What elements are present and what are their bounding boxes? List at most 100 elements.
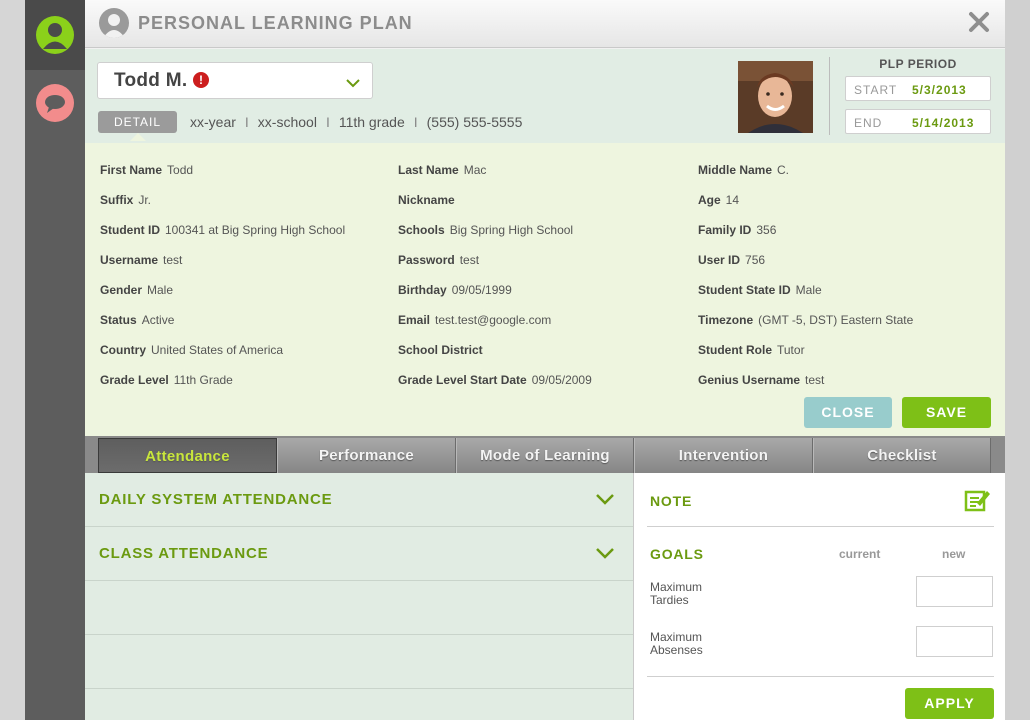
detail-field: Age 14 xyxy=(698,193,739,207)
sidebar-item-messages[interactable] xyxy=(25,70,85,135)
field-label: Email xyxy=(398,313,431,327)
field-value: 09/05/1999 xyxy=(451,283,512,297)
field-value: test xyxy=(459,253,480,267)
max-tardies-input[interactable] xyxy=(916,576,993,607)
field-label: Last Name xyxy=(398,163,459,177)
goals-panel: NOTE GOALS current new Maximum Tardies M… xyxy=(633,473,1005,720)
modal-title: PERSONAL LEARNING PLAN xyxy=(138,13,413,33)
detail-field: Nickname xyxy=(398,193,460,207)
divider xyxy=(647,676,994,677)
field-value: Male xyxy=(147,283,174,297)
field-value: Todd xyxy=(167,163,194,177)
section-label: DAILY SYSTEM ATTENDANCE xyxy=(99,491,333,508)
detail-field: Country United States of America xyxy=(100,343,283,357)
tab-mode-of-learning[interactable]: Mode of Learning xyxy=(456,438,634,473)
detail-field: Grade Level 11th Grade xyxy=(100,373,233,387)
separator: I xyxy=(413,114,418,130)
daily-system-attendance-row[interactable]: DAILY SYSTEM ATTENDANCE xyxy=(85,473,633,527)
tab-checklist[interactable]: Checklist xyxy=(813,438,991,473)
field-label: Student ID xyxy=(100,223,160,237)
plp-start-label: START xyxy=(854,83,898,97)
field-label: Schools xyxy=(398,223,445,237)
apply-button[interactable]: APPLY xyxy=(905,688,994,719)
plp-period-label: PLP PERIOD xyxy=(879,57,957,71)
plp-end-value: 5/14/2013 xyxy=(912,116,975,130)
background-left xyxy=(0,0,25,720)
field-value: test xyxy=(805,373,825,387)
field-value: 14 xyxy=(725,193,740,207)
save-button[interactable]: SAVE xyxy=(902,397,991,428)
student-phone: (555) 555-5555 xyxy=(426,114,523,130)
column-new: new xyxy=(942,547,966,561)
detail-field: Birthday 09/05/1999 xyxy=(398,283,512,297)
detail-field: Gender Male xyxy=(100,283,173,297)
field-label: Timezone xyxy=(698,313,754,327)
plp-end-field[interactable]: END 5/14/2013 xyxy=(845,109,991,134)
app-sidebar xyxy=(25,0,85,720)
chevron-down-icon xyxy=(346,75,360,93)
field-value: test.test@google.com xyxy=(435,313,552,327)
field-label: Age xyxy=(698,193,721,207)
field-label: Student Role xyxy=(698,343,772,357)
field-value: test xyxy=(163,253,183,267)
field-value: 100341 at Big Spring High School xyxy=(165,223,346,237)
field-value: Active xyxy=(141,313,175,327)
field-value: Big Spring High School xyxy=(449,223,574,237)
field-label: Country xyxy=(100,343,146,357)
detail-field: Student Role Tutor xyxy=(698,343,805,357)
tab-intervention[interactable]: Intervention xyxy=(634,438,813,473)
tab-performance[interactable]: Performance xyxy=(277,438,456,473)
edit-note-icon[interactable] xyxy=(964,487,990,518)
detail-field: Username test xyxy=(100,253,182,267)
field-value: United States of America xyxy=(151,343,284,357)
close-icon[interactable] xyxy=(967,10,991,34)
attendance-panel: DAILY SYSTEM ATTENDANCE CLASS ATTENDANCE xyxy=(85,473,633,720)
detail-field: User ID 756 xyxy=(698,253,765,267)
detail-field: Timezone (GMT -5, DST) Eastern State xyxy=(698,313,913,327)
field-value: 356 xyxy=(756,223,777,237)
detail-field: Last Name Mac xyxy=(398,163,486,177)
field-label: Status xyxy=(100,313,137,327)
detail-button[interactable]: DETAIL xyxy=(98,111,177,133)
field-label: Family ID xyxy=(698,223,752,237)
sidebar-item-profile[interactable] xyxy=(25,0,85,70)
field-label: Grade Level Start Date xyxy=(398,373,527,387)
tab-attendance[interactable]: Attendance xyxy=(98,438,277,473)
student-select[interactable]: Todd M. ! xyxy=(97,62,373,99)
student-header: Todd M. ! DETAIL xx-year Ixx-school I 11th … xyxy=(85,49,1005,143)
field-label: Gender xyxy=(100,283,143,297)
chat-bubble-icon xyxy=(36,83,74,122)
tab-bar: Attendance Performance Mode of Learning … xyxy=(85,436,1005,473)
detail-pointer xyxy=(130,133,146,141)
field-label: Username xyxy=(100,253,159,267)
user-icon xyxy=(36,16,74,54)
alert-icon: ! xyxy=(193,72,209,88)
student-details-panel: First Name Todd Suffix Jr. Student ID 100341 … xyxy=(85,143,1005,436)
detail-field: Student ID 100341 at Big Spring High Scho… xyxy=(100,223,345,237)
detail-field: Middle Name C. xyxy=(698,163,789,177)
field-value: 11th Grade xyxy=(173,373,233,387)
detail-field: Family ID 356 xyxy=(698,223,776,237)
detail-field: School District xyxy=(398,343,488,357)
plp-start-field[interactable]: START 5/3/2013 xyxy=(845,76,991,101)
separator: I xyxy=(325,114,330,130)
field-label: School District xyxy=(398,343,483,357)
empty-row xyxy=(85,581,633,635)
detail-field: Email test.test@google.com xyxy=(398,313,551,327)
close-button[interactable]: CLOSE xyxy=(804,397,892,428)
field-value: Tutor xyxy=(777,343,805,357)
field-value: Mac xyxy=(463,163,487,177)
student-grade: 11th grade xyxy=(338,114,405,130)
field-value: 09/05/2009 xyxy=(531,373,592,387)
detail-field: Grade Level Start Date 09/05/2009 xyxy=(398,373,592,387)
field-label: Password xyxy=(398,253,455,267)
max-absences-input[interactable] xyxy=(916,626,993,657)
field-label: Nickname xyxy=(398,193,455,207)
detail-field: Student State ID Male xyxy=(698,283,822,297)
detail-field: Genius Username test xyxy=(698,373,824,387)
chevron-down-icon xyxy=(595,546,615,565)
chevron-down-icon xyxy=(595,492,615,511)
class-attendance-row[interactable]: CLASS ATTENDANCE xyxy=(85,527,633,581)
student-name: Todd M. xyxy=(114,70,188,91)
detail-field: Password test xyxy=(398,253,479,267)
